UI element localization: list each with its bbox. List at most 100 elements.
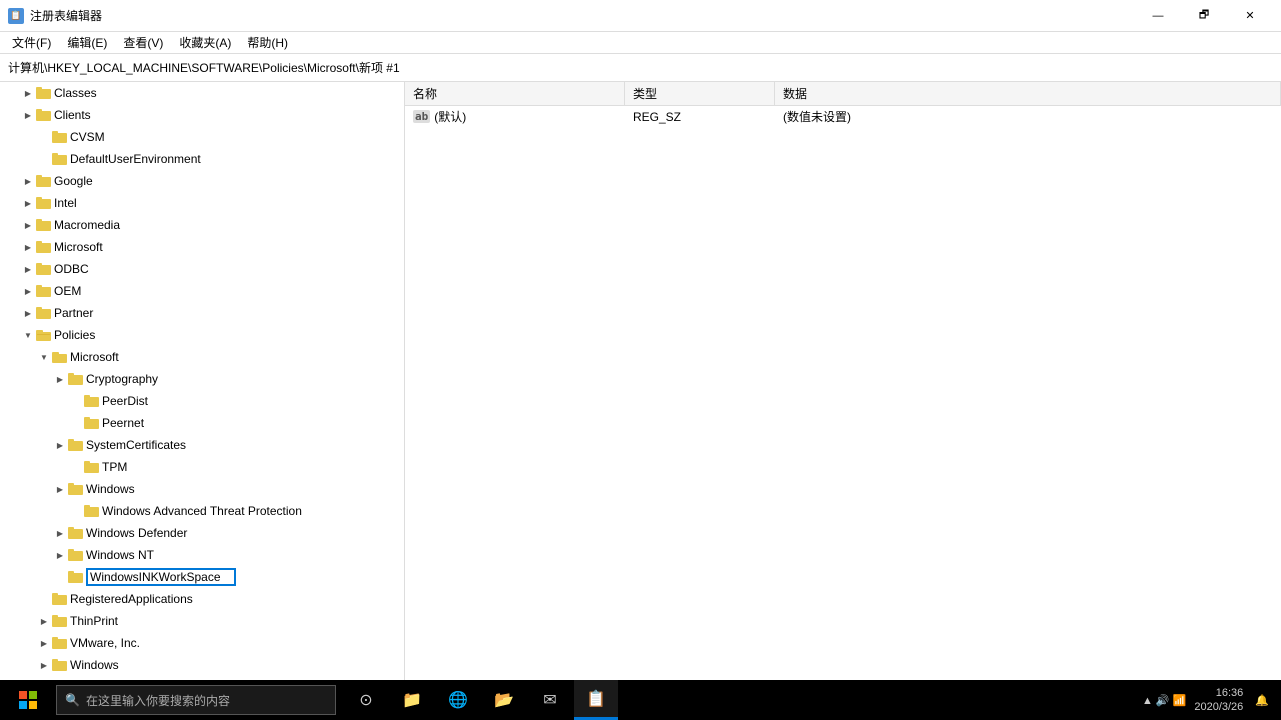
tree-node-policies[interactable]: ▼ Policies: [0, 324, 404, 346]
taskbar-explorer[interactable]: 📁: [390, 680, 434, 720]
tree-node-cvsm[interactable]: ▶ CVSM: [0, 126, 404, 148]
notification-btn[interactable]: 🔔: [1255, 694, 1269, 707]
label-classes: Classes: [54, 86, 400, 100]
expand-vmware[interactable]: ▶: [36, 635, 52, 651]
tree-node-peernet[interactable]: ▶ Peernet: [0, 412, 404, 434]
folder-icon-oem: [36, 284, 52, 298]
menu-view[interactable]: 查看(V): [115, 32, 171, 53]
folder-icon-watp: [84, 504, 100, 518]
tree-node-systemcerts[interactable]: ▶ SystemCertificates: [0, 434, 404, 456]
expand-intel[interactable]: ▶: [20, 195, 36, 211]
expand-google[interactable]: ▶: [20, 173, 36, 189]
tree-node-microsoft-policies[interactable]: ▼ Microsoft: [0, 346, 404, 368]
expand-partner[interactable]: ▶: [20, 305, 36, 321]
app-icon: 📋: [8, 8, 24, 24]
folder-icon-windows-top: [52, 658, 68, 672]
expand-thinprint[interactable]: ▶: [36, 613, 52, 629]
expand-classes[interactable]: ▶: [20, 85, 36, 101]
taskbar-regedit[interactable]: 📋: [574, 680, 618, 720]
label-odbc: ODBC: [54, 262, 400, 276]
tree-node-defaultuserenv[interactable]: ▶ DefaultUserEnvironment: [0, 148, 404, 170]
folder-icon-tpm: [84, 460, 100, 474]
close-button[interactable]: ✕: [1227, 0, 1273, 32]
tree-node-cryptography[interactable]: ▶ Cryptography: [0, 368, 404, 390]
label-oem: OEM: [54, 284, 400, 298]
folder-icon-odbc: [36, 262, 52, 276]
taskbar-cortana[interactable]: ⊙: [344, 680, 388, 720]
expand-windows[interactable]: ▶: [52, 481, 68, 497]
minimize-button[interactable]: —: [1135, 0, 1181, 32]
taskbar: 🔍 在这里输入你要搜索的内容 ⊙ 📁 🌐 📂 ✉ 📋 ▲ 🔊 📶 16:36 2…: [0, 680, 1281, 720]
tree-node-windows[interactable]: ▶ Windows: [0, 478, 404, 500]
tree-node-peerdist[interactable]: ▶ PeerDist: [0, 390, 404, 412]
tree-node-macromedia[interactable]: ▶ Macromedia: [0, 214, 404, 236]
expand-windowsnt[interactable]: ▶: [52, 547, 68, 563]
menu-help[interactable]: 帮助(H): [239, 32, 296, 53]
expand-odbc[interactable]: ▶: [20, 261, 36, 277]
label-windowsnt: Windows NT: [86, 548, 400, 562]
tree-node-oem[interactable]: ▶ OEM: [0, 280, 404, 302]
menu-edit[interactable]: 编辑(E): [59, 32, 115, 53]
folder-icon-google: [36, 174, 52, 188]
taskbar-edge[interactable]: 🌐: [436, 680, 480, 720]
expand-systemcerts[interactable]: ▶: [52, 437, 68, 453]
address-value[interactable]: 计算机\HKEY_LOCAL_MACHINE\SOFTWARE\Policies…: [8, 59, 400, 76]
folder-icon-partner: [36, 306, 52, 320]
taskbar-search[interactable]: 🔍 在这里输入你要搜索的内容: [56, 685, 336, 715]
label-tpm: TPM: [102, 460, 400, 474]
col-header-name[interactable]: 名称: [405, 82, 625, 105]
taskbar-mail[interactable]: ✉: [528, 680, 572, 720]
tree-node-registeredapps[interactable]: ▶ RegisteredApplications: [0, 588, 404, 610]
tree-node-partner[interactable]: ▶ Partner: [0, 302, 404, 324]
tree-node-vmware[interactable]: ▶ VMware, Inc.: [0, 632, 404, 654]
tree-panel: ▶ Classes ▶ Clients ▶ CVSM: [0, 82, 405, 680]
right-panel: 名称 类型 数据 ab (默认) REG_SZ (数值未设置): [405, 82, 1281, 680]
tree-content[interactable]: ▶ Classes ▶ Clients ▶ CVSM: [0, 82, 404, 680]
search-placeholder: 在这里输入你要搜索的内容: [86, 692, 230, 709]
tree-node-microsoft-top[interactable]: ▶ Microsoft: [0, 236, 404, 258]
folder-icon-peernet: [84, 416, 100, 430]
folder-icon-macromedia: [36, 218, 52, 232]
expand-macromedia[interactable]: ▶: [20, 217, 36, 233]
tree-node-watp[interactable]: ▶ Windows Advanced Threat Protection: [0, 500, 404, 522]
expand-windefender[interactable]: ▶: [52, 525, 68, 541]
tree-node-windows-top[interactable]: ▶ Windows: [0, 654, 404, 676]
tree-node-odbc[interactable]: ▶ ODBC: [0, 258, 404, 280]
clock: 16:36 2020/3/26: [1194, 686, 1243, 714]
taskbar-filemanager[interactable]: 📂: [482, 680, 526, 720]
col-header-type[interactable]: 类型: [625, 82, 775, 105]
tree-node-windowsnt[interactable]: ▶ Windows NT: [0, 544, 404, 566]
registry-row-default[interactable]: ab (默认) REG_SZ (数值未设置): [405, 106, 1281, 128]
rename-input[interactable]: [86, 568, 236, 586]
expand-oem[interactable]: ▶: [20, 283, 36, 299]
tree-node-thinprint[interactable]: ▶ ThinPrint: [0, 610, 404, 632]
menu-file[interactable]: 文件(F): [4, 32, 59, 53]
expand-policies[interactable]: ▼: [20, 327, 36, 343]
start-button[interactable]: [4, 680, 52, 720]
tree-node-windefender[interactable]: ▶ Windows Defender: [0, 522, 404, 544]
expand-cryptography[interactable]: ▶: [52, 371, 68, 387]
expand-system[interactable]: ▶: [8, 679, 24, 680]
col-header-data[interactable]: 数据: [775, 82, 1281, 105]
tree-node-intel[interactable]: ▶ Intel: [0, 192, 404, 214]
tree-node-system[interactable]: ▶ SYSTEM: [0, 676, 404, 680]
folder-icon-peerdist: [84, 394, 100, 408]
label-vmware: VMware, Inc.: [70, 636, 400, 650]
expand-microsoft-top[interactable]: ▶: [20, 239, 36, 255]
menu-favorites[interactable]: 收藏夹(A): [171, 32, 239, 53]
tree-node-clients[interactable]: ▶ Clients: [0, 104, 404, 126]
label-google: Google: [54, 174, 400, 188]
folder-icon-windefender: [68, 526, 84, 540]
expand-clients[interactable]: ▶: [20, 107, 36, 123]
folder-icon-windowsinkworkspace: [68, 570, 84, 584]
expand-windows-top[interactable]: ▶: [36, 657, 52, 673]
tree-node-windowsinkworkspace[interactable]: ▶: [0, 566, 404, 588]
expand-microsoft-policies[interactable]: ▼: [36, 349, 52, 365]
clock-time: 16:36: [1216, 686, 1244, 700]
col-data-label: 数据: [783, 85, 807, 102]
tree-node-google[interactable]: ▶ Google: [0, 170, 404, 192]
tree-node-classes[interactable]: ▶ Classes: [0, 82, 404, 104]
clock-date: 2020/3/26: [1194, 700, 1243, 714]
tree-node-tpm[interactable]: ▶ TPM: [0, 456, 404, 478]
restore-button[interactable]: 🗗: [1181, 0, 1227, 32]
